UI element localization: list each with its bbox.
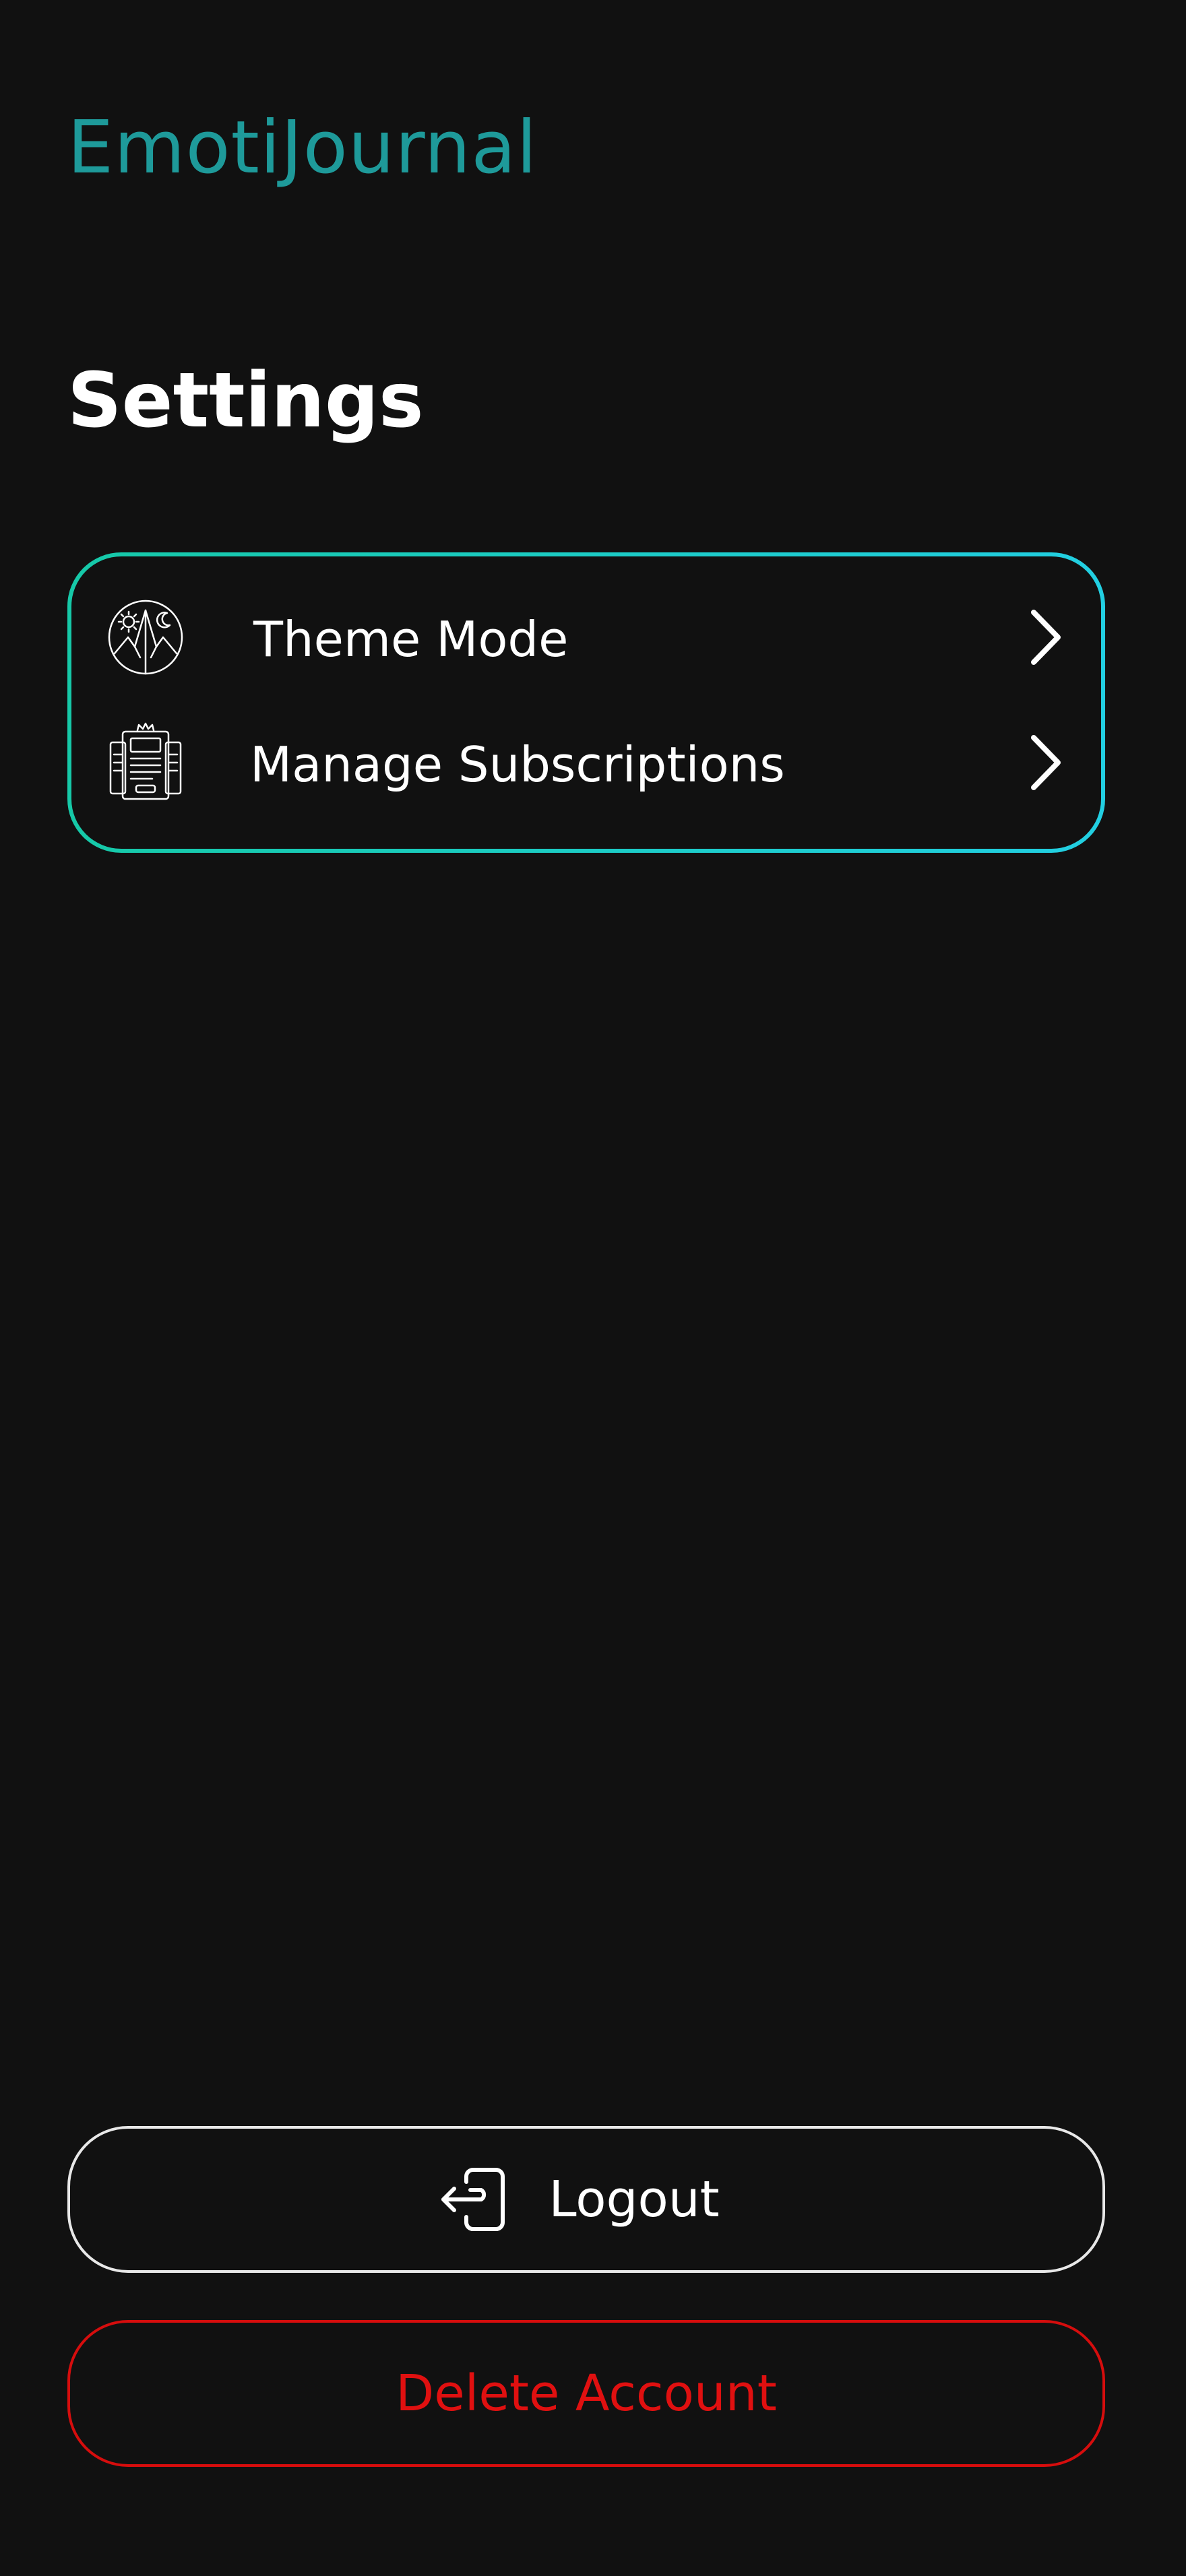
logout-label: Logout	[549, 2170, 720, 2228]
settings-card: Theme Mode Manage Subscriptions	[67, 552, 1105, 853]
page-title: Settings	[67, 357, 424, 445]
settings-list: Theme Mode Manage Subscriptions	[71, 556, 1101, 849]
settings-item-theme-mode[interactable]: Theme Mode	[71, 590, 1101, 684]
delete-account-button[interactable]: Delete Account	[67, 2320, 1105, 2467]
settings-item-label: Manage Subscriptions	[250, 736, 785, 793]
logout-icon	[439, 2164, 509, 2234]
delete-account-label: Delete Account	[396, 2364, 777, 2422]
theme-mode-icon	[105, 597, 186, 678]
chevron-right-icon	[1019, 732, 1073, 793]
app-title: EmotiJournal	[67, 106, 538, 190]
chevron-right-icon	[1019, 607, 1073, 668]
settings-item-label: Theme Mode	[253, 611, 569, 668]
settings-item-manage-subscriptions[interactable]: Manage Subscriptions	[71, 715, 1101, 810]
subscriptions-icon	[105, 722, 186, 803]
logout-button[interactable]: Logout	[67, 2126, 1105, 2273]
